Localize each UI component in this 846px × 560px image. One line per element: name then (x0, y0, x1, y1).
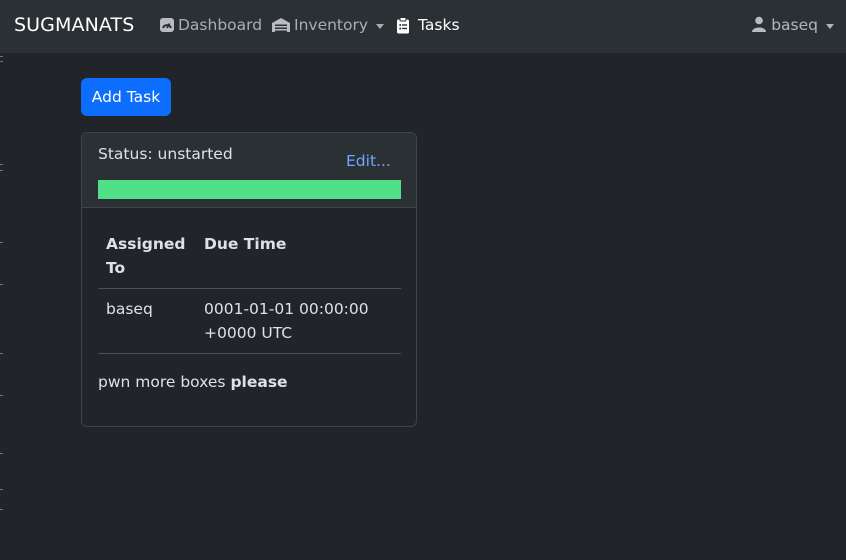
task-description-emphasis: please (230, 373, 288, 391)
add-task-button[interactable]: Add Task (81, 78, 171, 116)
task-card-header: Status: unstarted Edit... (82, 133, 416, 208)
top-navbar: SUGMANATS Dashboard Inventory Tasks base… (0, 0, 846, 53)
nav-link-dashboard[interactable]: Dashboard (158, 16, 262, 34)
clipboard-icon (394, 16, 412, 34)
nav-label-inventory: Inventory (294, 16, 369, 34)
nav-link-inventory[interactable]: Inventory (270, 16, 385, 34)
column-header-assigned-to: Assigned To (98, 224, 196, 289)
nav-label-tasks: Tasks (418, 16, 460, 34)
speedometer-icon (158, 16, 176, 34)
task-progress (98, 180, 401, 199)
chevron-down-icon (376, 23, 385, 29)
nav-label-dashboard: Dashboard (178, 16, 263, 34)
task-details-table: Assigned To Due Time baseq 0001-01-01 00… (98, 224, 401, 354)
table-header-row: Assigned To Due Time (98, 224, 401, 289)
left-edge-artifacts (0, 53, 4, 560)
assigned-to-cell: baseq (98, 288, 196, 354)
brand-link[interactable]: SUGMANATS (14, 14, 134, 36)
edit-task-link[interactable]: Edit... (346, 152, 391, 170)
table-row: baseq 0001-01-01 00:00:00 +0000 UTC (98, 288, 401, 354)
user-menu-label: baseq (771, 16, 818, 34)
task-card: Status: unstarted Edit... Assigned To Du… (81, 132, 417, 427)
task-description: pwn more boxes please (98, 373, 288, 391)
task-progress-bar (98, 180, 401, 199)
warehouse-icon (270, 16, 292, 34)
due-time-cell: 0001-01-01 00:00:00 +0000 UTC (196, 288, 401, 354)
nav-link-tasks[interactable]: Tasks (394, 16, 460, 34)
task-status: Status: unstarted (98, 145, 233, 163)
column-header-due-time: Due Time (196, 224, 401, 289)
chevron-down-icon (826, 23, 834, 29)
person-icon (752, 16, 768, 34)
task-description-text: pwn more boxes (98, 373, 231, 391)
user-menu[interactable]: baseq (752, 16, 834, 34)
